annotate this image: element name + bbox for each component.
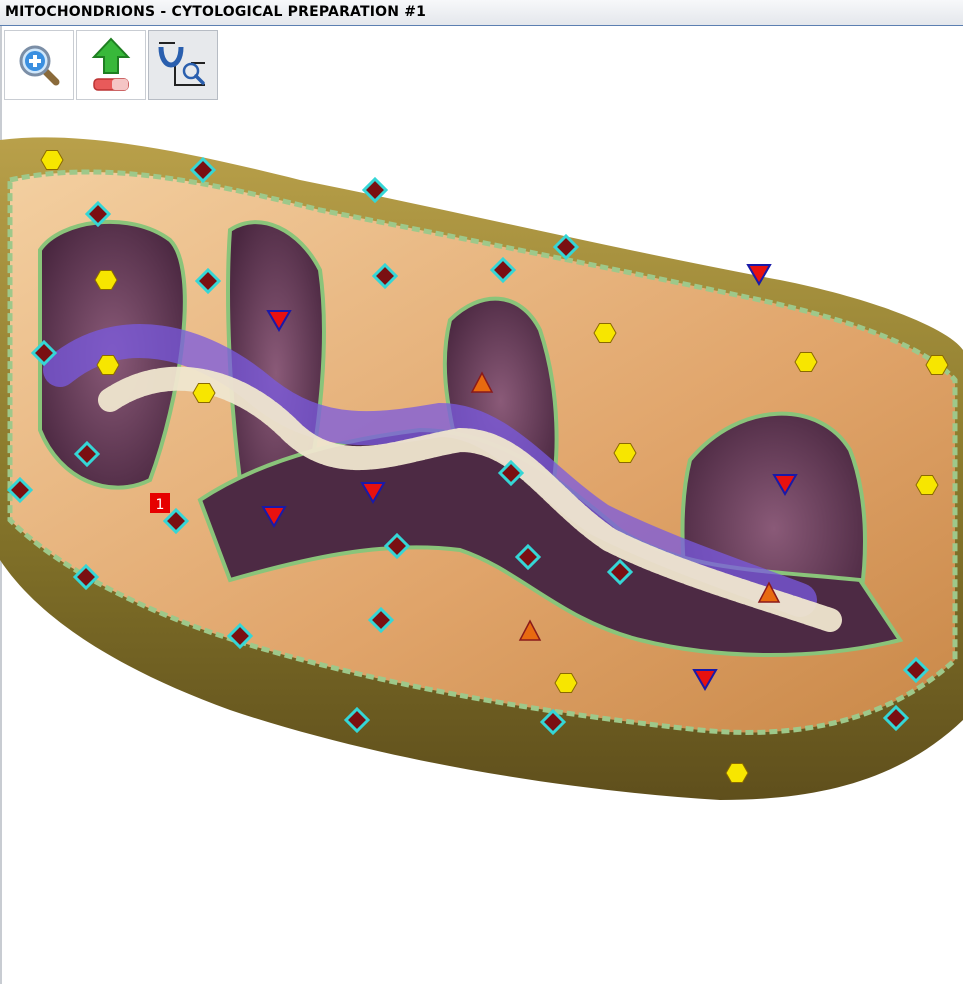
mitochondrion-illustration: 1 [0,137,963,801]
toolbar [4,30,218,100]
zoom-button[interactable] [4,30,74,100]
annotation-zoom-icon [158,42,205,86]
hexagon-marker[interactable] [915,475,939,495]
zoom-in-icon [19,45,60,86]
window-titlebar: MITOCHONDRIONS - CYTOLOGICAL PREPARATION… [0,0,963,26]
hexagon-marker[interactable] [794,352,818,372]
upload-erase-button[interactable] [76,30,146,100]
upload-erase-icon [91,37,131,91]
hexagon-marker[interactable] [925,355,949,375]
hexagon-marker[interactable] [725,763,749,783]
hexagon-marker[interactable] [40,150,64,170]
hexagon-marker[interactable] [94,270,118,290]
hexagon-marker[interactable] [593,323,617,343]
hexagon-marker[interactable] [554,673,578,693]
hexagon-marker[interactable] [96,355,120,375]
hexagon-marker[interactable] [192,383,216,403]
label-badge-text: 1 [156,497,165,513]
mitochondrion-viewer[interactable]: 1 [0,100,963,820]
annotation-zoom-button[interactable] [148,30,218,100]
hexagon-marker[interactable] [613,443,637,463]
window-title: MITOCHONDRIONS - CYTOLOGICAL PREPARATION… [5,4,427,20]
